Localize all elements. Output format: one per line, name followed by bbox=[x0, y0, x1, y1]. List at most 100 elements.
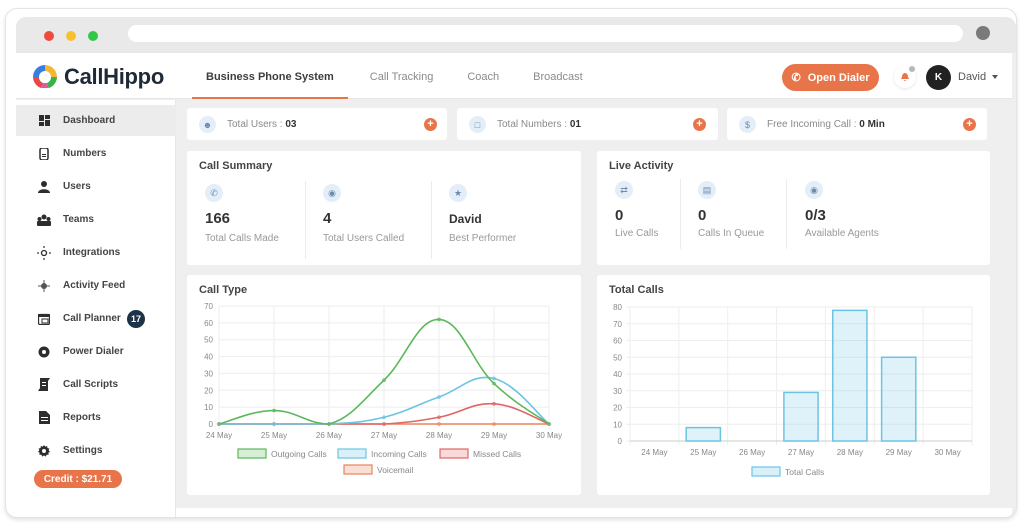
open-dialer-button[interactable]: ✆ Open Dialer bbox=[782, 64, 879, 91]
metric-label: Live Calls bbox=[615, 228, 659, 239]
sidebar-item-teams[interactable]: Teams bbox=[16, 204, 176, 235]
legend-swatch bbox=[439, 448, 469, 459]
total-numbers-card: □ Total Numbers : 01 + bbox=[457, 108, 718, 140]
credit-button[interactable]: Credit : $21.71 bbox=[34, 470, 122, 488]
add-minutes-button[interactable]: + bbox=[963, 118, 976, 131]
sidebar-item-label: Activity Feed bbox=[63, 280, 126, 291]
x-tick-label: 30 May bbox=[536, 431, 562, 440]
data-point-missed-calls bbox=[382, 422, 386, 426]
tab-coach[interactable]: Coach bbox=[455, 53, 511, 99]
user-circle-icon: ◉ bbox=[323, 184, 341, 202]
activity-feed-icon bbox=[37, 279, 51, 293]
x-tick-label: 28 May bbox=[426, 431, 452, 440]
sidebar-item-settings[interactable]: Settings bbox=[16, 435, 176, 466]
data-point-missed-calls bbox=[437, 415, 441, 420]
tab-broadcast[interactable]: Broadcast bbox=[521, 53, 595, 99]
queue-icon: ▤ bbox=[698, 181, 716, 199]
live-activity-title: Live Activity bbox=[609, 160, 674, 172]
add-user-button[interactable]: + bbox=[424, 118, 437, 131]
metric-value: David bbox=[449, 212, 482, 226]
x-tick-label: 26 May bbox=[739, 448, 765, 457]
tab-call-tracking[interactable]: Call Tracking bbox=[358, 53, 446, 99]
browser-chrome bbox=[16, 17, 1016, 53]
data-point-outgoing-calls bbox=[327, 422, 331, 426]
y-tick-label: 40 bbox=[204, 353, 213, 362]
maximize-window-button[interactable] bbox=[88, 31, 98, 41]
call-planner-badge: 17 bbox=[127, 309, 145, 328]
sidebar-item-users[interactable]: Users bbox=[16, 171, 176, 202]
legend-label: Total Calls bbox=[785, 467, 824, 477]
address-bar[interactable] bbox=[128, 25, 963, 42]
legend-label: Outgoing Calls bbox=[271, 449, 327, 459]
total-users-label: Total Users : bbox=[227, 119, 286, 130]
x-tick-label: 29 May bbox=[886, 448, 912, 457]
dollar-icon: $ bbox=[739, 116, 756, 133]
x-tick-label: 24 May bbox=[206, 431, 232, 440]
call-type-chart: 0 10 20 30 40 50 60 70 24 May 25 May 26 May 27 May 2… bbox=[204, 302, 562, 475]
sidebar-item-call-scripts[interactable]: Call Scripts bbox=[16, 369, 176, 400]
live-call-icon: ⇄ bbox=[615, 181, 633, 199]
y-tick-label: 70 bbox=[613, 320, 622, 329]
x-tick-label: 30 May bbox=[934, 448, 960, 457]
gear-icon bbox=[37, 444, 51, 458]
numbers-icon: □ bbox=[469, 116, 486, 133]
sidebar-item-integrations[interactable]: Integrations bbox=[16, 237, 176, 268]
y-tick-label: 20 bbox=[613, 404, 622, 413]
data-point-outgoing-calls bbox=[547, 422, 551, 426]
data-point-incoming-calls bbox=[437, 395, 441, 399]
horizontal-scrollbar[interactable] bbox=[176, 508, 1012, 517]
x-tick-label: 27 May bbox=[371, 431, 397, 440]
browser-menu-button[interactable] bbox=[976, 26, 990, 40]
sidebar-item-power-dialer[interactable]: Power Dialer bbox=[16, 336, 176, 367]
metric-value: 0/3 bbox=[805, 207, 826, 224]
x-tick-label: 24 May bbox=[641, 448, 667, 457]
sidebar-item-activity-feed[interactable]: Activity Feed bbox=[16, 270, 176, 301]
logo[interactable]: CallHippo bbox=[30, 62, 164, 92]
data-point-incoming-calls bbox=[382, 415, 386, 420]
legend-item: Incoming Calls bbox=[337, 448, 427, 459]
sidebar-item-numbers[interactable]: Numbers bbox=[16, 138, 176, 169]
metric-label: Available Agents bbox=[805, 228, 879, 239]
live-activity-card: Live Activity ⇄ 0 Live Calls ▤ 0 Calls I… bbox=[597, 151, 990, 265]
add-number-button[interactable]: + bbox=[693, 118, 706, 131]
legend-label: Voicemail bbox=[377, 465, 413, 475]
minimize-window-button[interactable] bbox=[66, 31, 76, 41]
chevron-down-icon[interactable] bbox=[992, 75, 998, 79]
y-tick-label: 20 bbox=[204, 386, 213, 395]
bell-icon bbox=[901, 73, 909, 82]
legend-swatch bbox=[337, 448, 367, 459]
sidebar: Dashboard Numbers Users Teams Integratio… bbox=[16, 100, 176, 517]
bar bbox=[783, 391, 819, 442]
sidebar-item-call-planner[interactable]: Call Planner 17 bbox=[16, 303, 176, 334]
data-point-incoming-calls bbox=[272, 422, 276, 426]
close-window-button[interactable] bbox=[44, 31, 54, 41]
tab-business-phone-system[interactable]: Business Phone System bbox=[192, 53, 348, 99]
sidebar-item-reports[interactable]: Reports bbox=[16, 402, 176, 433]
open-dialer-label: Open Dialer bbox=[807, 71, 870, 84]
avatar[interactable]: K bbox=[926, 65, 951, 90]
y-tick-label: 50 bbox=[204, 336, 213, 345]
y-tick-label: 10 bbox=[613, 420, 622, 429]
call-summary-card: Call Summary ✆ 166 Total Calls Made ◉ 4 … bbox=[187, 151, 581, 265]
free-incoming-card: $ Free Incoming Call : 0 Min + bbox=[727, 108, 987, 140]
y-tick-label: 60 bbox=[204, 319, 213, 328]
sidebar-item-label: Reports bbox=[63, 412, 101, 423]
sidebar-item-dashboard[interactable]: Dashboard bbox=[16, 105, 176, 136]
sidebar-item-label: Integrations bbox=[63, 247, 121, 258]
users-icon: ☻ bbox=[199, 116, 216, 133]
phone-icon: ✆ bbox=[791, 72, 801, 84]
sidebar-item-label: Power Dialer bbox=[63, 346, 124, 357]
data-point-outgoing-calls bbox=[382, 378, 386, 382]
user-name[interactable]: David bbox=[958, 71, 986, 83]
free-incoming-label: Free Incoming Call : bbox=[767, 119, 860, 130]
legend-item: Total Calls bbox=[751, 466, 824, 477]
data-point-voicemail bbox=[492, 422, 496, 426]
script-icon bbox=[37, 378, 51, 392]
data-point-outgoing-calls bbox=[437, 317, 441, 322]
total-users-card: ☻ Total Users : 03 + bbox=[187, 108, 447, 140]
y-tick-label: 30 bbox=[204, 369, 213, 378]
metric-label: Best Performer bbox=[449, 233, 517, 244]
legend-swatch bbox=[237, 448, 267, 459]
total-numbers-value: 01 bbox=[569, 119, 581, 130]
legend-item: Missed Calls bbox=[439, 448, 521, 459]
